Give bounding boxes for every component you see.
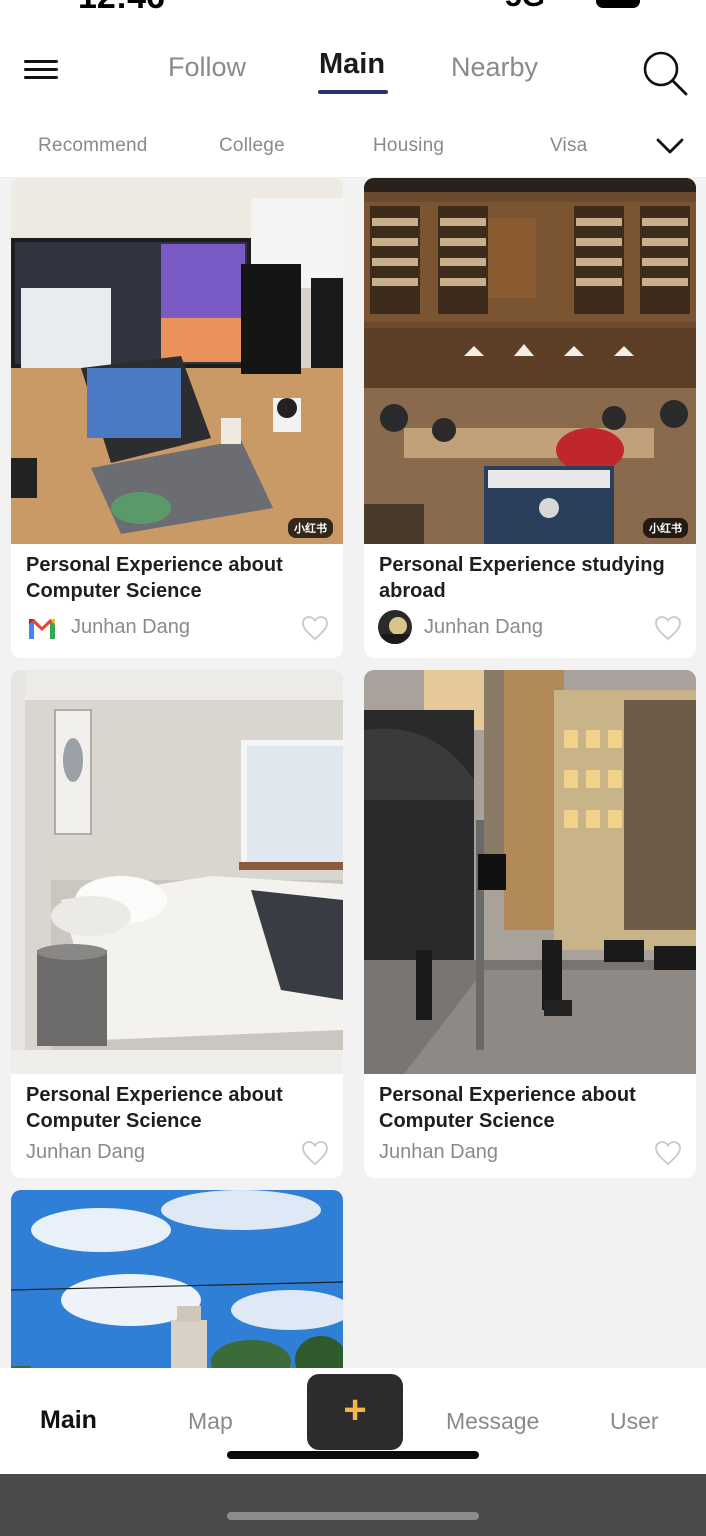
hamburger-icon[interactable] (24, 60, 58, 80)
home-indicator (227, 1451, 479, 1459)
bottom-nav: Main Map + Message User (0, 1368, 706, 1474)
post-image (11, 670, 343, 1074)
category-recommend[interactable]: Recommend (38, 135, 148, 157)
chevron-down-icon[interactable] (654, 134, 686, 158)
status-signal: 5G (505, 0, 545, 14)
post-image (11, 178, 343, 544)
status-bar: 12:46 5G 63 (0, 0, 706, 14)
bottom-nav-main[interactable]: Main (40, 1406, 97, 1435)
post-card[interactable]: 小红书 Personal Experience about Computer S… (11, 178, 343, 658)
post-card[interactable]: Personal Experience about Computer Scien… (11, 670, 343, 1178)
post-card[interactable]: 小红书 Personal Experience studying abroad … (364, 178, 696, 658)
feed: 小红书 Personal Experience about Computer S… (0, 178, 706, 1368)
category-visa[interactable]: Visa (550, 135, 587, 157)
battery-indicator: 63 (596, 0, 640, 8)
avatar (378, 610, 412, 644)
tab-follow[interactable]: Follow (168, 52, 246, 83)
heart-icon[interactable] (654, 615, 682, 641)
heart-icon[interactable] (654, 1140, 682, 1166)
post-card[interactable] (11, 1190, 343, 1368)
watermark-badge: 小红书 (643, 518, 688, 538)
post-author: Junhan Dang (424, 616, 543, 638)
watermark-badge: 小红书 (288, 518, 333, 538)
tab-nearby[interactable]: Nearby (451, 52, 538, 83)
bottom-nav-user[interactable]: User (610, 1408, 659, 1435)
top-nav: Follow Main Nearby (0, 14, 706, 114)
post-title: Personal Experience about Computer Scien… (379, 1084, 636, 1132)
search-icon[interactable] (640, 48, 690, 98)
post-title: Personal Experience about Computer Scien… (26, 554, 283, 602)
post-title: Personal Experience studying abroad (379, 554, 665, 602)
add-post-button[interactable]: + (307, 1374, 403, 1450)
post-image (364, 178, 696, 544)
post-author: Junhan Dang (379, 1141, 498, 1163)
post-author: Junhan Dang (71, 616, 190, 638)
post-title: Personal Experience about Computer Scien… (26, 1084, 283, 1132)
plus-icon: + (343, 1388, 367, 1432)
tab-main[interactable]: Main (319, 48, 385, 81)
category-college[interactable]: College (219, 135, 285, 157)
category-bar: Recommend College Housing Visa (0, 114, 706, 178)
post-image (364, 670, 696, 1074)
system-bar (0, 1474, 706, 1536)
post-card[interactable]: Personal Experience about Computer Scien… (364, 670, 696, 1178)
active-tab-indicator (318, 90, 388, 94)
gmail-icon (29, 619, 55, 639)
heart-icon[interactable] (301, 615, 329, 641)
category-housing[interactable]: Housing (373, 135, 444, 157)
system-home-indicator (227, 1512, 479, 1520)
post-image (11, 1190, 343, 1368)
bottom-nav-map[interactable]: Map (188, 1408, 233, 1435)
heart-icon[interactable] (301, 1140, 329, 1166)
bottom-nav-message[interactable]: Message (446, 1408, 539, 1435)
status-time: 12:46 (78, 0, 165, 14)
post-author: Junhan Dang (26, 1141, 145, 1163)
